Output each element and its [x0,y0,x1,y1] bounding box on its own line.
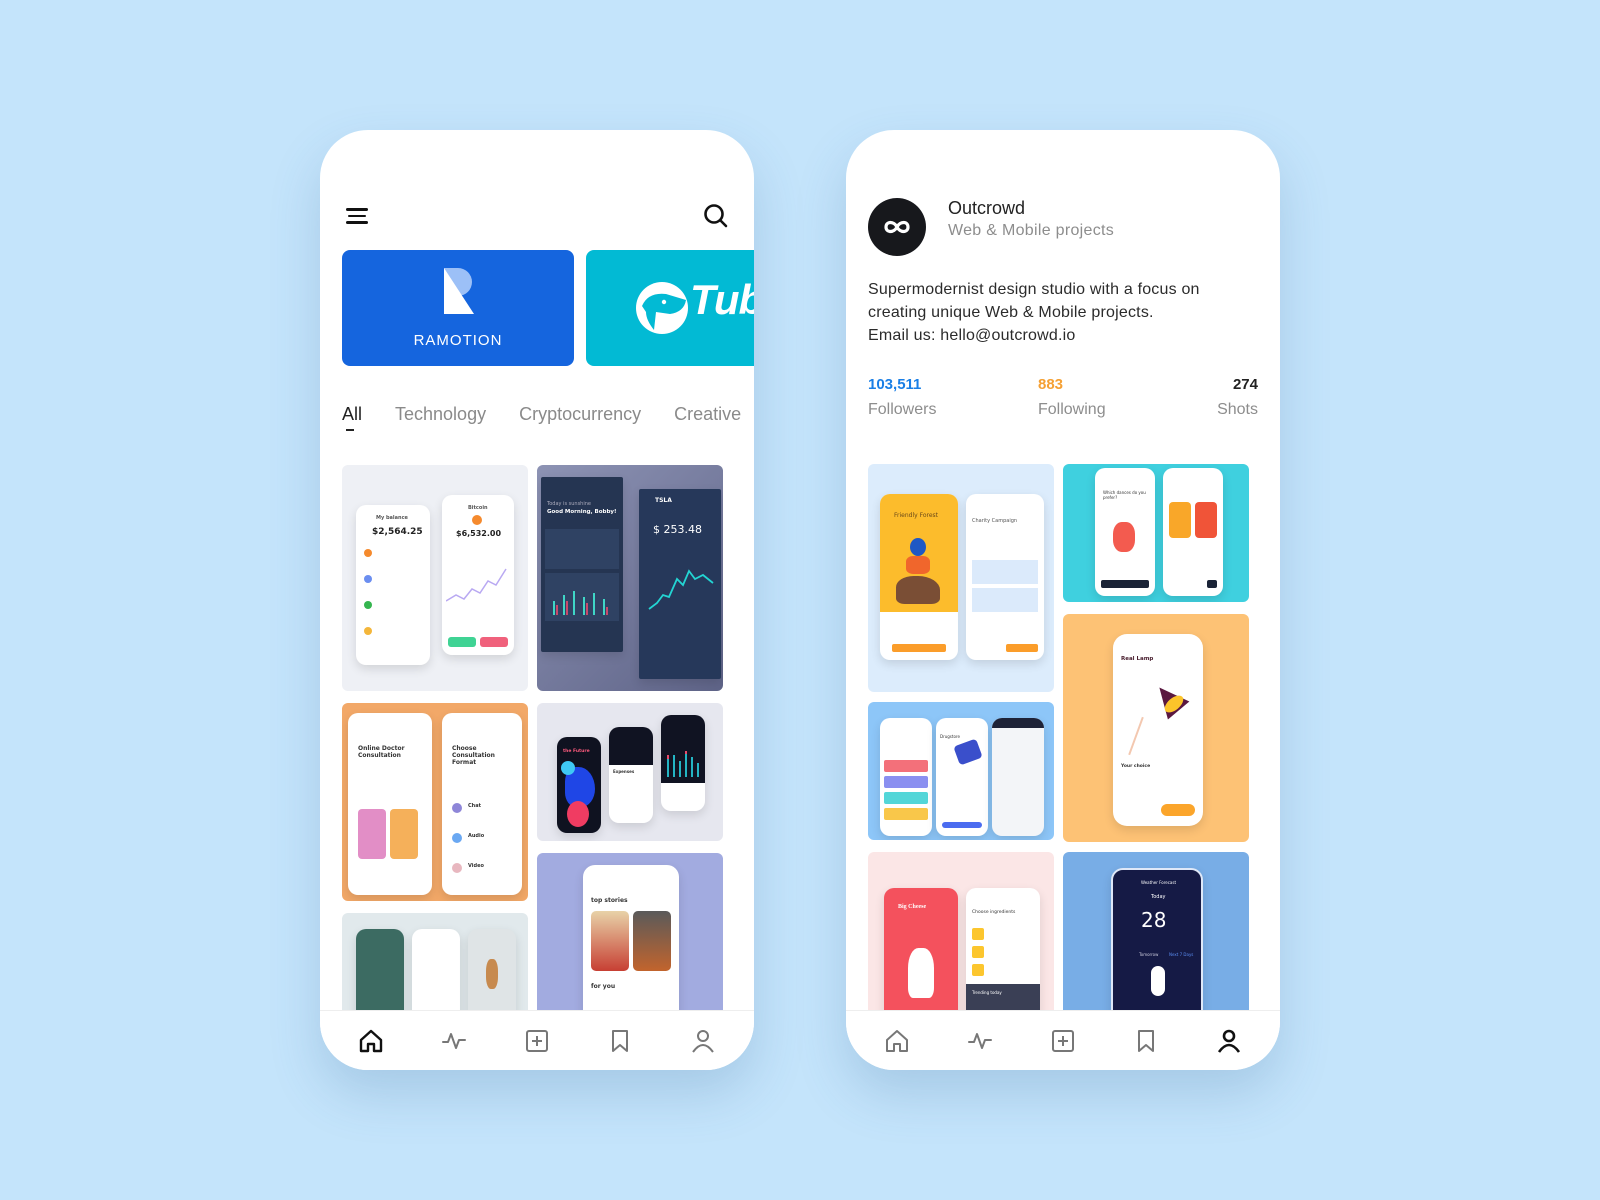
shot-preview: Big Cheese [884,888,958,1010]
shot-preview [992,718,1044,836]
category-tab-cryptocurrency[interactable]: Cryptocurrency [519,404,641,425]
shot-preview [468,929,516,1010]
following-label: Following [1038,401,1106,418]
profile-screen: Outcrowd Web & Mobile projects Supermode… [846,130,1280,1070]
shot-preview [880,718,932,836]
brand-card-ramotion[interactable]: RAMOTION [342,250,574,366]
bio-line: creating unique Web & Mobile projects. [868,304,1154,321]
tab-activity[interactable] [438,1025,470,1057]
shot-preview: Real Lamp Your choice [1113,634,1203,826]
home-feed-screen: RAMOTION Tubi All Technology Cryptocurre… [320,130,754,1070]
add-square-icon [525,1029,548,1052]
profile-icon [1217,1029,1240,1053]
activity-icon [442,1032,467,1049]
shot-card-dance-app[interactable]: Which dances do you prefer? [1063,464,1249,602]
profile-shots-grid: Friendly Forest Charity Campaign Which d… [868,464,1258,1010]
shot-preview: Choose ingredients Trending today [966,888,1040,1010]
shot-preview: Drugstore [936,718,988,836]
tab-add[interactable] [521,1025,553,1057]
followers-count: 103,511 [868,376,922,393]
following-count: 883 [1038,376,1064,393]
stat-followers[interactable]: 103,511 Followers [868,376,936,419]
profile-bio: Supermodernist design studio with a focu… [868,278,1258,347]
shot-card-pet-app[interactable] [342,913,528,1010]
shot-preview: Charity Campaign [966,494,1044,660]
shot-preview: Choose Consultation Format Chat Audio Vi… [442,713,522,895]
profile-name: Outcrowd [948,198,1026,218]
profile-icon [691,1029,714,1053]
shot-preview [412,929,460,1010]
search-icon[interactable] [702,202,730,230]
shot-preview: Which dances do you prefer? [1095,468,1155,596]
shot-card-friendly-forest[interactable]: Friendly Forest Charity Campaign [868,464,1054,692]
category-tab-creative[interactable]: Creative [674,404,741,425]
shots-grid: My balance $2,564.25 Bitcoin $6,532.00 T… [342,465,732,1010]
home-icon [886,1029,909,1052]
tab-add[interactable] [1047,1025,1079,1057]
bookmark-icon [1137,1029,1154,1052]
brand-name: Tubi [690,276,754,323]
top-bar [320,198,754,234]
tab-home[interactable] [881,1025,913,1057]
stat-shots[interactable]: 274 Shots [1217,376,1258,419]
shot-card-news-app[interactable]: top stories for you [537,853,723,1010]
shot-card-finance-app[interactable]: the Future Expenses [537,703,723,841]
outcrowd-infinity-logo [884,220,910,234]
ramotion-r-logo [444,268,474,314]
shot-preview: My balance $2,564.25 [356,505,430,665]
tab-bookmarks[interactable] [604,1025,636,1057]
profile-stats: 103,511 Followers 883 Following 274 Shot… [868,376,1258,426]
shot-preview: TSLA $ 253.48 [639,489,721,679]
avatar[interactable] [868,198,926,256]
shot-preview: Online Doctor Consultation [348,713,432,895]
bottom-tab-bar [846,1010,1280,1070]
shot-card-weather-forecast[interactable]: Weather Forecast Today 28 Tomorrow Next … [1063,852,1249,1010]
bottom-tab-bar [320,1010,754,1070]
tab-profile[interactable] [687,1025,719,1057]
bookmark-icon [611,1029,628,1052]
shot-card-stock-app[interactable]: Today is sunshine Good Morning, Bobby! T… [537,465,723,691]
shot-preview [356,929,404,1010]
shot-card-big-cheese[interactable]: Big Cheese Choose ingredients Trending t… [868,852,1054,1010]
tab-profile[interactable] [1213,1025,1245,1057]
shots-label: Shots [1217,401,1258,418]
shot-preview: Today is sunshine Good Morning, Bobby! [541,477,623,652]
shot-preview [1163,468,1223,596]
tab-bookmarks[interactable] [1130,1025,1162,1057]
tab-home[interactable] [355,1025,387,1057]
home-icon [360,1029,383,1052]
category-tab-technology[interactable]: Technology [395,404,486,425]
shot-preview: Expenses [609,727,653,823]
bio-line: Supermodernist design studio with a focu… [868,281,1200,298]
category-tab-all[interactable]: All [342,404,362,431]
profile-subtitle: Web & Mobile projects [948,222,1115,239]
brand-card-tubi[interactable]: Tubi [586,250,754,366]
shot-preview: Bitcoin $6,532.00 [442,495,514,655]
category-tabs: All Technology Cryptocurrency Creative [342,404,741,431]
shot-preview: the Future [557,737,601,833]
shot-preview: Weather Forecast Today 28 Tomorrow Next … [1111,868,1203,1010]
shot-card-real-lamp[interactable]: Real Lamp Your choice [1063,614,1249,842]
bio-email[interactable]: Email us: hello@outcrowd.io [868,324,1258,347]
shot-card-pharmacy-app[interactable]: Drugstore [868,702,1054,840]
shots-count: 274 [1232,376,1258,393]
shot-card-crypto-wallet[interactable]: My balance $2,564.25 Bitcoin $6,532.00 [342,465,528,691]
brand-name: RAMOTION [413,332,503,349]
activity-icon [968,1032,993,1049]
followers-label: Followers [868,401,937,418]
shot-preview: Friendly Forest [880,494,958,660]
shot-card-online-doctor[interactable]: Online Doctor Consultation Choose Consul… [342,703,528,901]
shot-preview: top stories for you [583,865,679,1010]
shot-preview [661,715,705,811]
tab-activity[interactable] [964,1025,996,1057]
tubi-dog-logo [636,282,688,334]
hamburger-icon[interactable] [346,208,368,224]
stat-following[interactable]: 883 Following [1038,376,1106,419]
featured-brands-carousel[interactable]: RAMOTION Tubi [342,250,754,366]
add-square-icon [1051,1029,1074,1052]
